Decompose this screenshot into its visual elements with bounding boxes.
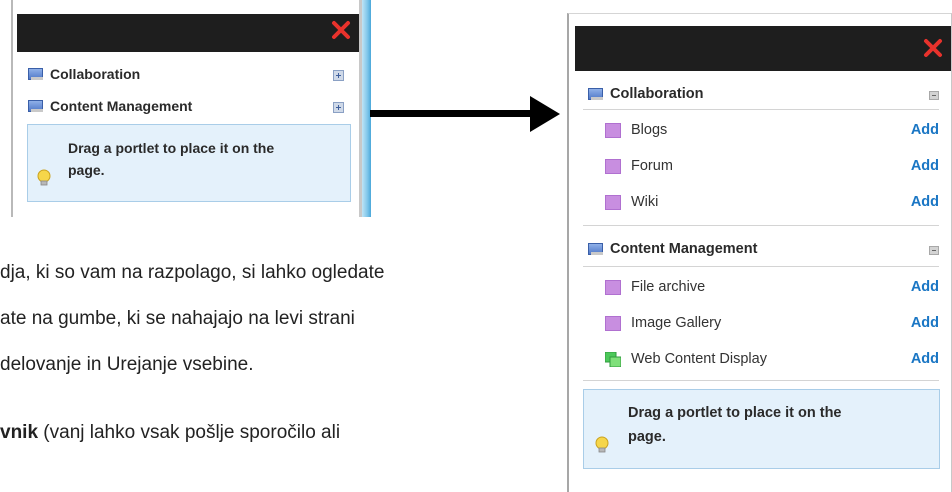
collapse-icon[interactable] (929, 91, 939, 100)
tip-text-line2: page. (68, 162, 105, 178)
expand-icon[interactable] (333, 70, 344, 81)
add-button[interactable]: Add (911, 279, 939, 295)
folder-icon (588, 88, 603, 100)
drag-tip-box: Drag a portlet to place it on the page. (583, 389, 940, 469)
divider (583, 380, 939, 381)
portlet-label: Image Gallery (631, 315, 722, 331)
portlet-label: Web Content Display (631, 351, 767, 367)
folder-icon (28, 100, 43, 112)
folder-icon (588, 243, 603, 255)
collapse-icon[interactable] (929, 246, 939, 255)
body-text-line: vnik (vanj lahko vsak pošlje sporočilo a… (0, 422, 340, 444)
close-icon[interactable] (921, 36, 945, 60)
portlet-icon (605, 159, 621, 174)
expanded-portlet-panel: Collaboration Blogs Add Forum Add Wiki A… (567, 13, 952, 492)
category-label: Collaboration (50, 66, 141, 82)
category-content-management[interactable]: Content Management (588, 241, 757, 257)
category-content-management[interactable]: Content Management (28, 98, 192, 114)
add-button[interactable]: Add (911, 158, 939, 174)
arrow-shaft (370, 110, 536, 117)
portlet-icon (605, 195, 621, 210)
bold-word: vnik (0, 422, 39, 443)
body-text-rest: (vanj lahko vsak pošlje sporočilo ali (38, 422, 341, 443)
category-collaboration[interactable]: Collaboration (588, 86, 703, 102)
tip-text-line1: Drag a portlet to place it on the (628, 405, 842, 421)
body-text-line: ate na gumbe, ki se nahajajo na levi str… (0, 308, 355, 329)
category-label: Collaboration (610, 86, 704, 102)
portlet-label: Forum (631, 158, 673, 174)
divider (583, 109, 939, 110)
portlet-label: Wiki (631, 194, 659, 210)
panel-header (575, 26, 951, 71)
collapsed-portlet-panel: Collaboration Content Management Drag a … (11, 0, 371, 217)
tip-text-line2: page. (628, 429, 666, 445)
add-button[interactable]: Add (911, 315, 939, 331)
category-collaboration[interactable]: Collaboration (28, 66, 140, 82)
category-label: Content Management (610, 241, 758, 257)
panel-header (17, 14, 359, 52)
portlet-label: File archive (631, 279, 706, 295)
drag-tip-box: Drag a portlet to place it on the page. (27, 124, 351, 202)
category-label: Content Management (50, 98, 193, 114)
lightbulb-icon (595, 436, 609, 453)
lightbulb-icon (37, 169, 51, 186)
web-content-icon (605, 352, 621, 367)
divider (583, 266, 939, 267)
body-text-line: delovanje in Urejanje vsebine. (0, 354, 254, 375)
tip-text-line1: Drag a portlet to place it on the (68, 140, 275, 156)
add-button[interactable]: Add (911, 122, 939, 138)
portlet-icon (605, 123, 621, 138)
portlet-icon (605, 316, 621, 331)
folder-icon (28, 68, 43, 80)
panel-border (11, 0, 13, 217)
expand-icon[interactable] (333, 102, 344, 113)
close-icon[interactable] (329, 18, 353, 42)
portlet-icon (605, 280, 621, 295)
portlet-label: Blogs (631, 122, 668, 138)
body-text-line: dja, ki so vam na razpolago, si lahko og… (0, 262, 385, 283)
add-button[interactable]: Add (911, 194, 939, 210)
page-background-strip (362, 0, 371, 217)
arrow-head (530, 96, 560, 132)
add-button[interactable]: Add (911, 351, 939, 367)
divider (583, 225, 939, 226)
